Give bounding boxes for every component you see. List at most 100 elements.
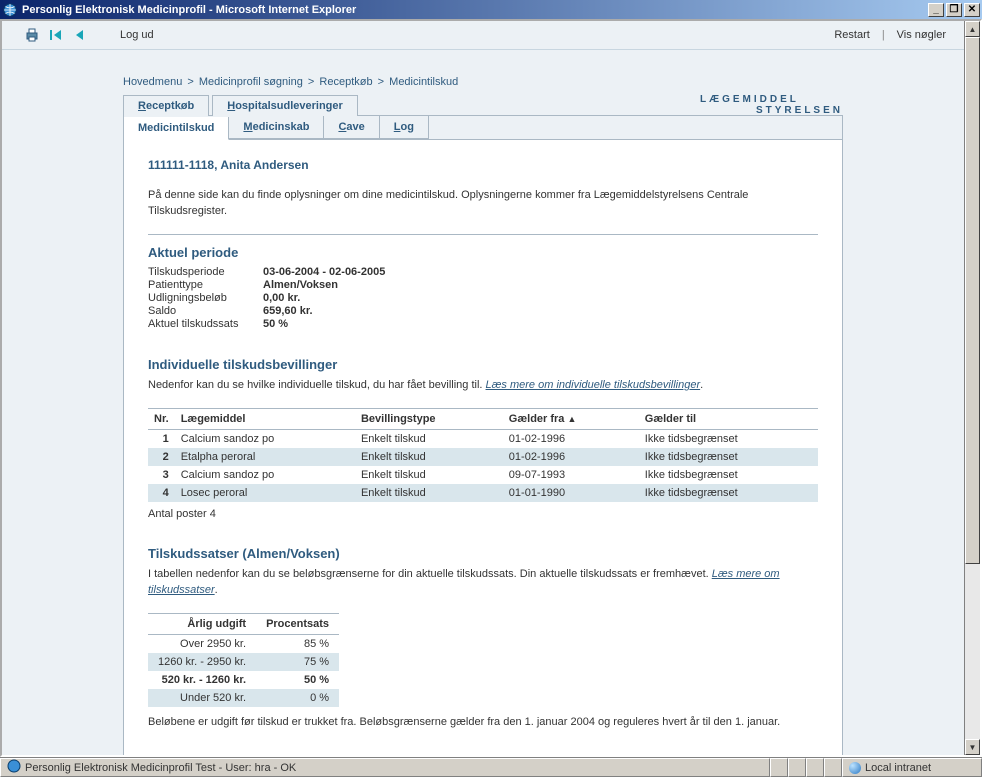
cell-nr: 3 xyxy=(148,466,175,484)
first-arrow-icon[interactable] xyxy=(48,27,64,43)
status-slot-2 xyxy=(788,758,806,777)
cell-to: Ikke tidsbegrænset xyxy=(639,466,818,484)
cell-drug: Etalpha peroral xyxy=(175,448,355,466)
subtab-cave[interactable]: Cave xyxy=(324,116,379,139)
grants-intro: Nedenfor kan du se hvilke individuelle t… xyxy=(148,378,818,394)
zone-text: Local intranet xyxy=(865,762,931,774)
ie-page-icon xyxy=(7,759,21,776)
col-type[interactable]: Bevillingstype xyxy=(355,408,503,429)
col-drug[interactable]: Lægemiddel xyxy=(175,408,355,429)
current-period-heading: Aktuel periode xyxy=(148,245,818,260)
breadcrumb-item[interactable]: Hovedmenu xyxy=(123,76,182,88)
print-icon[interactable] xyxy=(24,27,40,43)
cell-type: Enkelt tilskud xyxy=(355,429,503,448)
close-button[interactable]: ✕ xyxy=(964,3,980,17)
col-from[interactable]: Gælder fra ▲ xyxy=(503,408,639,429)
table-row: 520 kr. - 1260 kr.50 % xyxy=(148,671,339,689)
cell-type: Enkelt tilskud xyxy=(355,448,503,466)
saldo-label: Saldo xyxy=(148,305,263,317)
cell-amount: Over 2950 kr. xyxy=(148,634,256,653)
table-row[interactable]: 2Etalpha peroralEnkelt tilskud01-02-1996… xyxy=(148,448,818,466)
rates-table: Årlig udgift Procentsats Over 2950 kr.85… xyxy=(148,613,339,707)
tab-receptkob[interactable]: Receptkøb xyxy=(123,95,209,116)
status-text-cell: Personlig Elektronisk Medicinprofil Test… xyxy=(0,758,770,777)
intro-text: På denne side kan du finde oplysninger o… xyxy=(148,188,818,220)
breadcrumb-item-current: Medicintilskud xyxy=(389,76,458,88)
cell-type: Enkelt tilskud xyxy=(355,466,503,484)
back-arrow-icon[interactable] xyxy=(72,27,88,43)
grants-table: Nr. Lægemiddel Bevillingstype Gælder fra… xyxy=(148,408,818,502)
top-tab-area: LÆGEMIDDEL STYRELSEN Receptkøb Hospitals… xyxy=(123,94,843,755)
toolbar-separator: | xyxy=(878,29,889,41)
period-value: 03-06-2004 - 02-06-2005 xyxy=(263,266,385,278)
patienttype-value: Almen/Voksen xyxy=(263,279,338,291)
grants-footer: Antal poster 4 xyxy=(148,508,818,520)
cell-pct: 50 % xyxy=(256,671,339,689)
table-row: 1260 kr. - 2950 kr.75 % xyxy=(148,653,339,671)
client-area: Log ud Restart | Vis nøgler Hovedmenu > … xyxy=(0,19,982,757)
cell-amount: Under 520 kr. xyxy=(148,689,256,707)
table-row[interactable]: 4Losec peroralEnkelt tilskud01-01-1990Ik… xyxy=(148,484,818,502)
cell-to: Ikke tidsbegrænset xyxy=(639,429,818,448)
minimize-button[interactable]: _ xyxy=(928,3,944,17)
tab-panel: Medicintilskud Medicinskab Cave Log xyxy=(123,115,843,755)
center-column: Hovedmenu > Medicinprofil søgning > Rece… xyxy=(123,76,843,755)
table-row: Over 2950 kr.85 % xyxy=(148,634,339,653)
patient-header: 111111-1118, Anita Andersen xyxy=(148,158,818,172)
udlign-value: 0,00 kr. xyxy=(263,292,300,304)
cell-type: Enkelt tilskud xyxy=(355,484,503,502)
cell-from: 01-01-1990 xyxy=(503,484,639,502)
grants-readmore-link[interactable]: Læs mere om individuelle tilskudsbevilli… xyxy=(486,379,701,391)
status-text: Personlig Elektronisk Medicinprofil Test… xyxy=(25,762,296,774)
rates-footer: Beløbene er udgift før tilskud er trukke… xyxy=(148,715,818,731)
tabrow-sub: Medicintilskud Medicinskab Cave Log xyxy=(124,116,842,140)
logout-link[interactable]: Log ud xyxy=(120,29,154,41)
scroll-thumb[interactable] xyxy=(965,37,980,564)
show-keys-link[interactable]: Vis nøgler xyxy=(897,29,946,41)
col-nr[interactable]: Nr. xyxy=(148,408,175,429)
page: Hovedmenu > Medicinprofil søgning > Rece… xyxy=(2,50,964,755)
subtab-medicinskab[interactable]: Medicinskab xyxy=(229,116,324,139)
cell-from: 09-07-1993 xyxy=(503,466,639,484)
status-bar: Personlig Elektronisk Medicinprofil Test… xyxy=(0,757,982,777)
maximize-button[interactable]: ❐ xyxy=(946,3,962,17)
status-slot-1 xyxy=(770,758,788,777)
cell-amount: 520 kr. - 1260 kr. xyxy=(148,671,256,689)
breadcrumb-item[interactable]: Medicinprofil søgning xyxy=(199,76,303,88)
patienttype-label: Patienttype xyxy=(148,279,263,291)
scroll-down-arrow-icon[interactable]: ▼ xyxy=(965,739,980,755)
cell-drug: Calcium sandoz po xyxy=(175,429,355,448)
ie-app-icon xyxy=(2,2,18,18)
cell-nr: 4 xyxy=(148,484,175,502)
col-to[interactable]: Gælder til xyxy=(639,408,818,429)
udlign-label: Udligningsbeløb xyxy=(148,292,263,304)
rate-label: Aktuel tilskudssats xyxy=(148,318,263,330)
vertical-scrollbar[interactable]: ▲ ▼ xyxy=(964,21,980,755)
viewport: Log ud Restart | Vis nøgler Hovedmenu > … xyxy=(2,21,964,755)
table-row[interactable]: 1Calcium sandoz poEnkelt tilskud01-02-19… xyxy=(148,429,818,448)
scroll-track[interactable] xyxy=(965,37,980,739)
col-amount: Årlig udgift xyxy=(148,613,256,634)
tabrow-top: Receptkøb Hospitalsudleveringer xyxy=(123,94,843,115)
tab-hospital[interactable]: Hospitalsudleveringer xyxy=(212,95,358,116)
cell-drug: Calcium sandoz po xyxy=(175,466,355,484)
status-slot-3 xyxy=(806,758,824,777)
cell-pct: 85 % xyxy=(256,634,339,653)
subtab-log[interactable]: Log xyxy=(380,116,429,139)
content-body: 111111-1118, Anita Andersen På denne sid… xyxy=(124,140,842,755)
rates-intro: I tabellen nedenfor kan du se beløbsgræn… xyxy=(148,567,818,599)
breadcrumb-item[interactable]: Receptkøb xyxy=(319,76,372,88)
cell-drug: Losec peroral xyxy=(175,484,355,502)
subtab-medicintilskud[interactable]: Medicintilskud xyxy=(124,117,229,140)
rates-heading: Tilskudssatser (Almen/Voksen) xyxy=(148,546,818,561)
window-titlebar: Personlig Elektronisk Medicinprofil - Mi… xyxy=(0,0,982,19)
cell-to: Ikke tidsbegrænset xyxy=(639,448,818,466)
rate-value: 50 % xyxy=(263,318,288,330)
restart-link[interactable]: Restart xyxy=(834,29,869,41)
cell-to: Ikke tidsbegrænset xyxy=(639,484,818,502)
app-toolbar: Log ud Restart | Vis nøgler xyxy=(2,21,964,50)
table-row: Under 520 kr.0 % xyxy=(148,689,339,707)
scroll-up-arrow-icon[interactable]: ▲ xyxy=(965,21,980,37)
divider xyxy=(148,234,818,235)
table-row[interactable]: 3Calcium sandoz poEnkelt tilskud09-07-19… xyxy=(148,466,818,484)
